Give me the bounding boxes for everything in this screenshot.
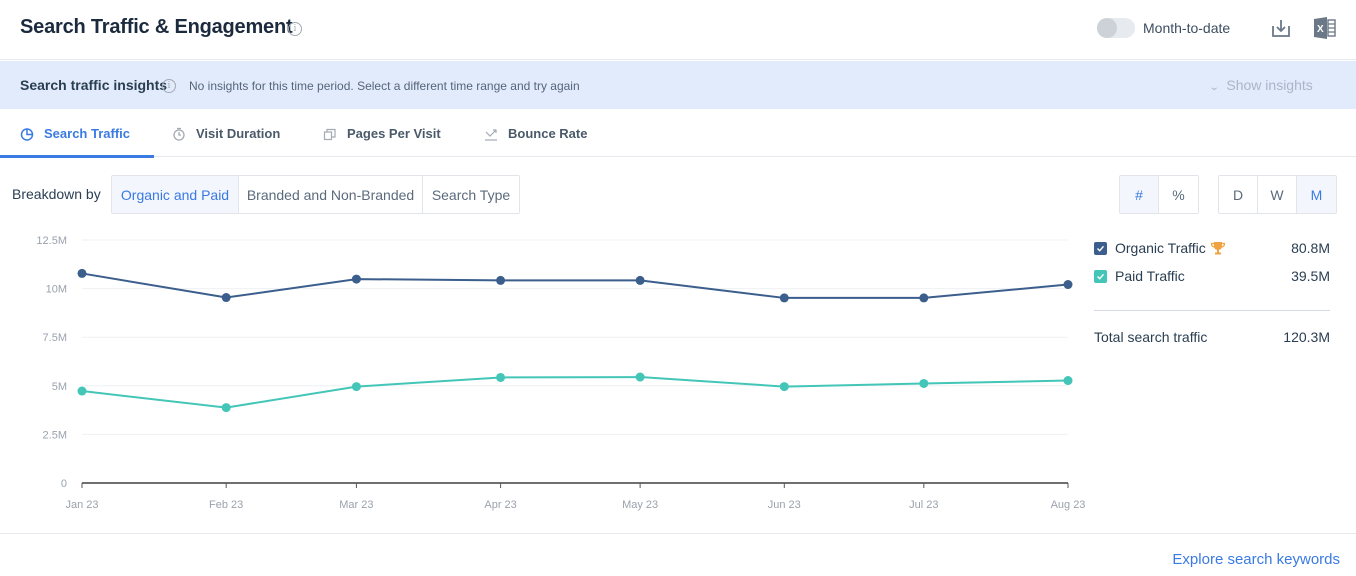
tab-visit-duration[interactable]: Visit Duration: [172, 110, 280, 157]
y-tick-label: 10M: [46, 284, 67, 296]
data-point-paid: [496, 372, 506, 382]
insights-title: Search traffic insights: [20, 77, 168, 93]
breakdown-search-type[interactable]: Search Type: [423, 176, 519, 213]
traffic-line-chart: 0 2.5M 5M 7.5M 10M 12.5M Jan 23 Feb 23 Mar 23 Apr…: [36, 235, 1085, 511]
data-point-organic: [1063, 280, 1073, 290]
excel-icon[interactable]: X: [1313, 16, 1337, 40]
breakdown-selector: Organic and Paid Branded and Non-Branded…: [111, 175, 520, 214]
legend-item-paid: Paid Traffic 39.5M: [1094, 266, 1330, 286]
data-point-organic: [496, 275, 506, 285]
tab-bounce-rate[interactable]: Bounce Rate: [484, 110, 587, 157]
total-value: 120.3M: [1283, 329, 1330, 345]
data-point-paid: [635, 372, 645, 382]
legend-name: Paid Traffic: [1115, 268, 1185, 284]
data-point-organic: [77, 268, 87, 278]
trophy-icon: [1210, 242, 1225, 255]
data-point-organic: [919, 293, 929, 303]
tab-bar: Search Traffic Visit Duration Pages Per …: [0, 110, 1356, 158]
y-tick-label: 0: [61, 478, 67, 490]
data-point-paid: [1063, 376, 1073, 386]
granularity-month-button[interactable]: M: [1297, 176, 1336, 213]
x-tick-label: Jul 23: [909, 499, 938, 511]
granularity-day-button[interactable]: D: [1219, 176, 1258, 213]
series-line-organic: [81, 272, 1069, 299]
tab-label: Bounce Rate: [508, 126, 588, 141]
data-point-paid: [779, 382, 789, 392]
granularity-week-button[interactable]: W: [1258, 176, 1297, 213]
x-tick-label: Jan 23: [65, 499, 98, 511]
legend-item-organic: Organic Traffic 80.8M: [1094, 238, 1330, 258]
chevron-down-icon: ⌄: [1208, 82, 1220, 93]
widget-header: Search Traffic & Engagement i Month-to-d…: [0, 0, 1356, 60]
month-to-date-toggle[interactable]: [1097, 18, 1135, 38]
organic-checkbox[interactable]: [1094, 241, 1107, 255]
stopwatch-icon: [173, 127, 185, 141]
metric-number-button[interactable]: #: [1120, 176, 1159, 213]
x-tick-label: Feb 23: [209, 499, 243, 511]
x-tick-label: Mar 23: [339, 499, 373, 511]
x-tick-label: May 23: [622, 499, 658, 511]
tab-label: Visit Duration: [196, 126, 281, 141]
data-point-organic: [635, 275, 645, 285]
download-icon[interactable]: [1270, 17, 1292, 39]
y-tick-label: 2.5M: [43, 429, 67, 441]
data-point-paid: [919, 378, 929, 388]
page-title: Search Traffic & Engagement: [20, 16, 293, 38]
metric-toggle: # %: [1119, 175, 1199, 214]
toggle-knob: [1097, 18, 1117, 38]
tab-label: Search Traffic: [44, 126, 130, 141]
data-point-organic: [221, 293, 231, 303]
explore-search-keywords-link[interactable]: Explore search keywords: [1172, 551, 1340, 568]
metric-percent-button[interactable]: %: [1159, 176, 1198, 213]
x-tick-label: Apr 23: [484, 499, 516, 511]
data-point-organic: [779, 293, 789, 303]
widget-footer: Explore search keywords: [0, 533, 1356, 576]
month-to-date-label: Month-to-date: [1143, 20, 1231, 36]
total-label: Total search traffic: [1094, 329, 1208, 345]
paid-checkbox[interactable]: [1094, 269, 1107, 283]
x-tick-label: Jun 23: [768, 499, 801, 511]
breakdown-organic-paid[interactable]: Organic and Paid: [112, 176, 239, 213]
data-point-paid: [221, 403, 231, 413]
breakdown-branded-nonbranded[interactable]: Branded and Non-Branded: [239, 176, 423, 213]
y-tick-label: 7.5M: [43, 332, 67, 344]
tab-label: Pages Per Visit: [347, 126, 441, 141]
info-icon[interactable]: i: [288, 22, 302, 36]
data-point-paid: [77, 386, 87, 396]
tab-pages-per-visit[interactable]: Pages Per Visit: [323, 110, 441, 157]
info-icon[interactable]: i: [162, 79, 176, 93]
legend-name: Organic Traffic: [1115, 240, 1206, 256]
data-point-paid: [351, 382, 361, 392]
legend-divider: [1094, 310, 1330, 311]
show-insights-label: Show insights: [1226, 77, 1313, 93]
pie-chart-icon: [20, 127, 34, 141]
breakdown-label: Breakdown by: [12, 186, 101, 202]
y-tick-label: 12.5M: [36, 235, 67, 247]
insights-bar: Search traffic insights i No insights fo…: [0, 61, 1356, 109]
bounce-icon: [485, 128, 497, 141]
legend-value: 39.5M: [1291, 268, 1330, 284]
svg-text:X: X: [1317, 24, 1324, 35]
legend-value: 80.8M: [1291, 240, 1330, 256]
insights-message: No insights for this time period. Select…: [189, 79, 580, 93]
data-point-organic: [351, 274, 361, 284]
y-tick-label: 5M: [52, 381, 67, 393]
tab-search-traffic[interactable]: Search Traffic: [0, 110, 154, 158]
granularity-toggle: D W M: [1218, 175, 1337, 214]
show-insights-button[interactable]: ⌄ Show insights: [1208, 77, 1313, 93]
x-tick-label: Aug 23: [1051, 499, 1085, 511]
pages-icon: [323, 128, 336, 140]
